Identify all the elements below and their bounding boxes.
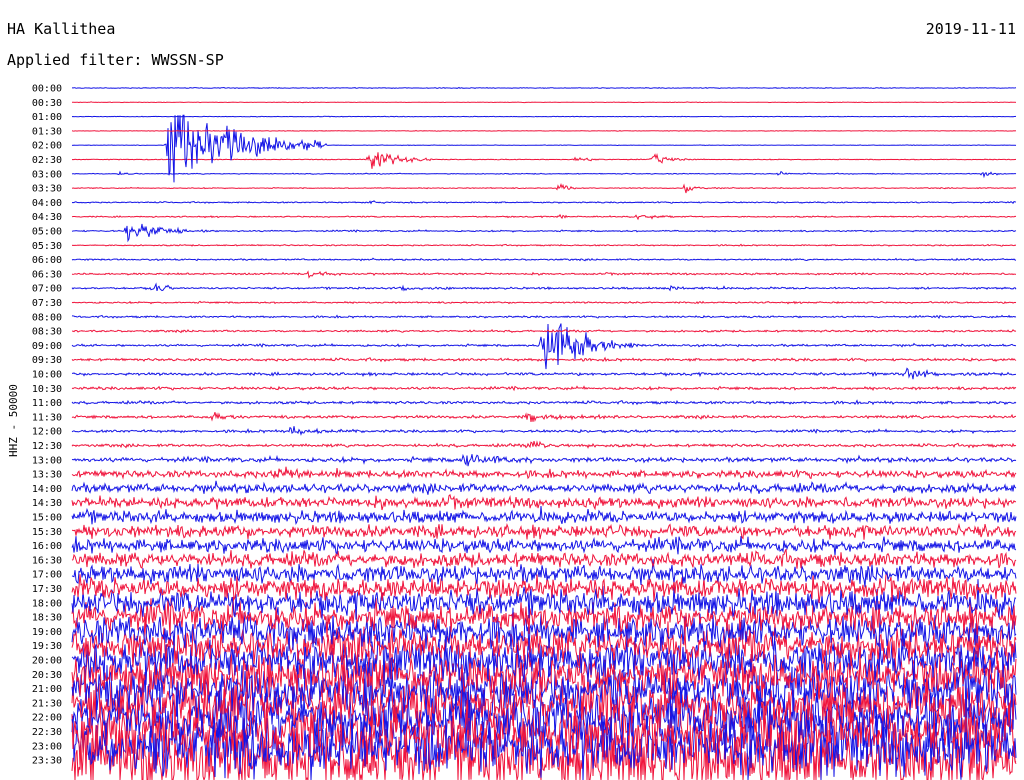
time-label-0430: 04:30 — [32, 212, 62, 223]
time-label-1230: 12:30 — [32, 441, 62, 452]
time-label-1530: 15:30 — [32, 527, 62, 538]
trace-0100 — [71, 115, 1017, 118]
trace-0530 — [71, 243, 1017, 247]
time-label-0400: 04:00 — [32, 198, 62, 209]
trace-1400 — [71, 480, 1017, 495]
time-label-0830: 08:30 — [32, 327, 62, 338]
trace-0430 — [71, 213, 1017, 221]
trace-1330 — [71, 466, 1017, 480]
time-label-2330: 23:30 — [32, 756, 62, 767]
time-label-1930: 19:30 — [32, 641, 62, 652]
time-label-0600: 06:00 — [32, 255, 62, 266]
trace-1230 — [71, 440, 1017, 449]
time-label-2100: 21:00 — [32, 684, 62, 695]
trace-0400 — [71, 200, 1017, 205]
trace-0130 — [71, 129, 1017, 132]
time-label-0800: 08:00 — [32, 312, 62, 323]
time-label-0730: 07:30 — [32, 298, 62, 309]
trace-0300 — [71, 170, 1017, 179]
time-label-0330: 03:30 — [32, 184, 62, 195]
trace-1130 — [71, 412, 1016, 423]
trace-1430 — [71, 494, 1017, 511]
trace-0600 — [71, 257, 1017, 262]
trace-1630 — [71, 549, 1017, 569]
trace-1300 — [71, 453, 1017, 467]
helicorder-chart: 00:00 00:30 01:00 01:30 02:00 02:30 03:00 03:30… — [32, 84, 1017, 780]
time-label-1900: 19:00 — [32, 627, 62, 638]
time-label-1700: 17:00 — [32, 570, 62, 581]
time-label-2200: 22:00 — [32, 713, 62, 724]
trace-0200 — [71, 114, 1017, 183]
time-label-1030: 10:30 — [32, 384, 62, 395]
trace-1500 — [71, 505, 1017, 526]
trace-1200 — [71, 426, 1016, 436]
time-label-0100: 01:00 — [32, 112, 62, 123]
time-label-0630: 06:30 — [32, 269, 62, 280]
trace-0000 — [71, 86, 1017, 89]
trace-1000 — [71, 367, 1016, 380]
time-label-1730: 17:30 — [32, 584, 62, 595]
time-label-1500: 15:00 — [32, 513, 62, 524]
trace-0800 — [71, 314, 1017, 319]
seismogram-traces — [71, 86, 1017, 780]
trace-1530 — [71, 522, 1017, 540]
time-labels: 00:00 00:30 01:00 01:30 02:00 02:30 03:00 03:30… — [32, 84, 62, 767]
time-label-0200: 02:00 — [32, 141, 62, 152]
time-label-0930: 09:30 — [32, 355, 62, 366]
time-label-0500: 05:00 — [32, 227, 62, 238]
time-label-1100: 11:00 — [32, 398, 62, 409]
time-label-1330: 13:30 — [32, 470, 62, 481]
time-label-0000: 00:00 — [32, 84, 62, 95]
time-label-2000: 20:00 — [32, 656, 62, 667]
time-label-1300: 13:00 — [32, 455, 62, 466]
trace-0500 — [71, 223, 1017, 243]
trace-0830 — [72, 328, 1017, 334]
time-label-0530: 05:30 — [32, 241, 62, 252]
trace-0630 — [71, 270, 1017, 279]
time-label-1830: 18:30 — [32, 613, 62, 624]
time-label-1800: 18:00 — [32, 598, 62, 609]
time-label-2030: 20:30 — [32, 670, 62, 681]
trace-1600 — [71, 536, 1017, 556]
time-label-1000: 10:00 — [32, 370, 62, 381]
trace-0700 — [71, 282, 1017, 292]
trace-1030 — [71, 385, 1017, 392]
time-label-0900: 09:00 — [32, 341, 62, 352]
trace-0330 — [71, 182, 1017, 194]
time-label-0130: 01:30 — [32, 126, 62, 137]
time-label-2130: 21:30 — [32, 698, 62, 709]
trace-0730 — [71, 300, 1017, 305]
time-label-1400: 14:00 — [32, 484, 62, 495]
time-label-2230: 22:30 — [32, 727, 62, 738]
time-label-1200: 12:00 — [32, 427, 62, 438]
time-label-0230: 02:30 — [32, 155, 62, 166]
time-label-0700: 07:00 — [32, 284, 62, 295]
trace-0030 — [71, 101, 1017, 104]
time-label-1600: 16:00 — [32, 541, 62, 552]
time-label-1630: 16:30 — [32, 555, 62, 566]
time-label-1430: 14:30 — [32, 498, 62, 509]
time-label-1130: 11:30 — [32, 412, 62, 423]
time-label-0030: 00:30 — [32, 98, 62, 109]
trace-1100 — [71, 399, 1017, 406]
time-label-0300: 03:00 — [32, 169, 62, 180]
trace-0230 — [71, 152, 1017, 169]
trace-0930 — [71, 356, 1017, 363]
time-label-2300: 23:00 — [32, 741, 62, 752]
